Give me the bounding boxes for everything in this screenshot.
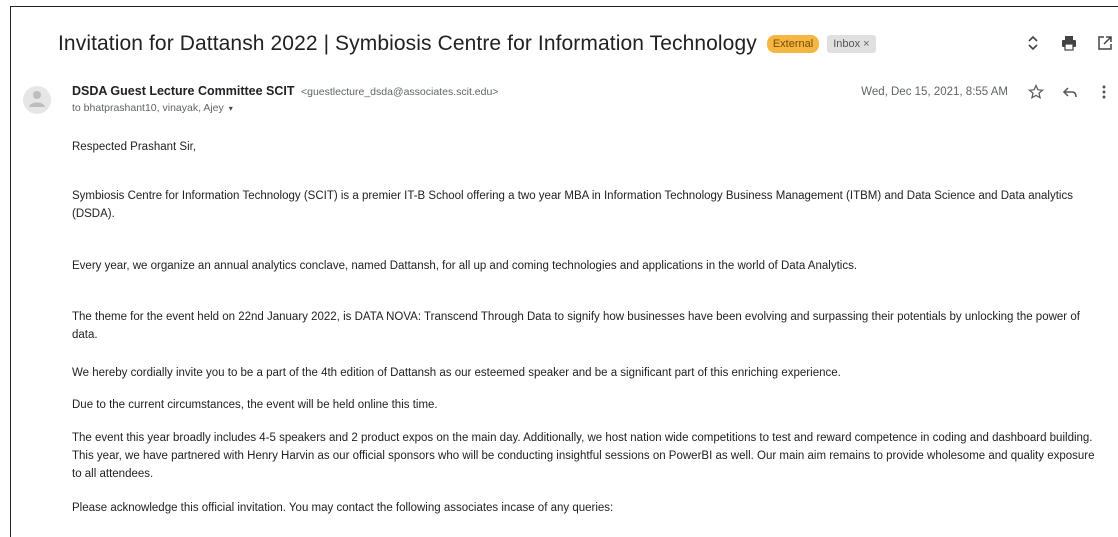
message-meta: Wed, Dec 15, 2021, 8:55 AM: [861, 84, 1112, 100]
email-subject: Invitation for Dattansh 2022 | Symbiosis…: [58, 32, 757, 55]
expand-collapse-icon[interactable]: [1024, 34, 1042, 52]
star-icon[interactable]: [1028, 84, 1044, 100]
more-vert-icon[interactable]: [1096, 84, 1112, 100]
recipients-text: to bhatprashant10, vinayak, Ajey: [72, 102, 224, 114]
body-paragraph-3: The theme for the event held on 22nd Jan…: [72, 311, 1080, 341]
body-paragraph-5: Due to the current circumstances, the ev…: [72, 399, 438, 411]
sender-line: DSDA Guest Lecture Committee SCIT <guest…: [72, 84, 498, 98]
remove-label-icon[interactable]: ×: [863, 38, 869, 50]
message-date: Wed, Dec 15, 2021, 8:55 AM: [861, 86, 1008, 98]
body-paragraph-6: The event this year broadly includes 4-5…: [72, 432, 1095, 480]
sender-name[interactable]: DSDA Guest Lecture Committee SCIT: [72, 84, 295, 98]
sender-email: <guestlecture_dsda@associates.scit.edu>: [300, 86, 499, 98]
subject-row: Invitation for Dattansh 2022 | Symbiosis…: [58, 26, 876, 62]
body-paragraph-7: Please acknowledge this official invitat…: [72, 502, 614, 514]
reply-icon[interactable]: [1062, 84, 1078, 100]
body-paragraph-4: We hereby cordially invite you to be a p…: [72, 367, 841, 379]
show-details-chevron-icon[interactable]: ▾: [229, 104, 233, 113]
body-paragraph-1: Symbiosis Centre for Information Technol…: [72, 190, 1073, 220]
body-greeting: Respected Prashant Sir,: [72, 141, 197, 153]
sender-avatar: [23, 86, 51, 114]
default-avatar-icon: [23, 86, 51, 114]
external-label-badge: External: [766, 35, 820, 53]
inbox-label-badge[interactable]: Inbox ×: [827, 35, 876, 53]
inbox-label-text: Inbox: [833, 38, 861, 50]
open-in-new-window-icon[interactable]: [1096, 34, 1114, 52]
sender-info: DSDA Guest Lecture Committee SCIT <guest…: [72, 84, 498, 114]
subject-toolbar: [1024, 34, 1114, 52]
recipients-line[interactable]: to bhatprashant10, vinayak, Ajey ▾: [72, 102, 498, 114]
body-paragraph-2: Every year, we organize an annual analyt…: [72, 260, 858, 272]
print-icon[interactable]: [1060, 34, 1078, 52]
